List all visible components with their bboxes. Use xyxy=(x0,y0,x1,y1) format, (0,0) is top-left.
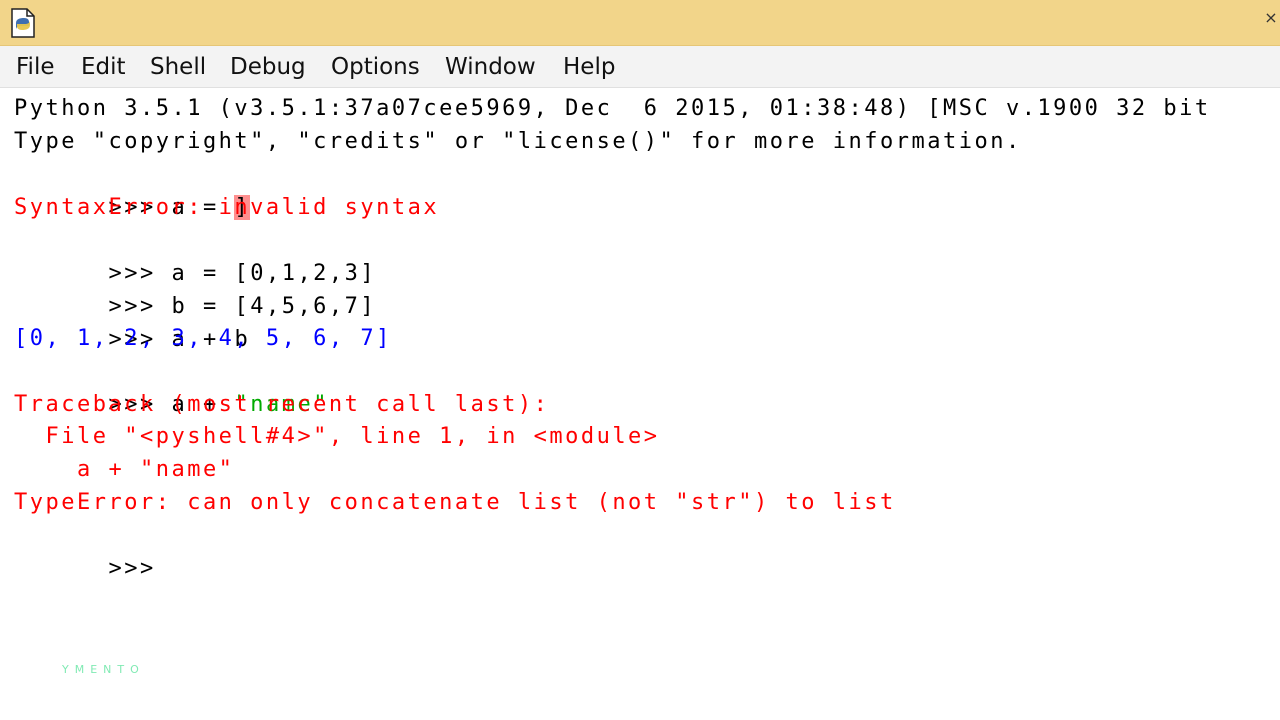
menu-bar: File Edit Shell Debug Options Window Hel… xyxy=(0,46,1280,88)
title-bar: × xyxy=(0,0,1280,46)
traceback-code-line: a + "name" xyxy=(14,457,235,482)
input-line: >>> a = [0,1,2,3] xyxy=(14,224,376,286)
menu-window[interactable]: Window xyxy=(445,52,536,82)
idle-shell-window: × File Edit Shell Debug Options Window H… xyxy=(0,0,1280,720)
traceback-file-line: File "<pyshell#4>", line 1, in <module> xyxy=(14,424,660,449)
menu-debug[interactable]: Debug xyxy=(230,52,306,82)
current-prompt-line[interactable]: >>> xyxy=(14,519,156,581)
prompt: >>> xyxy=(108,556,156,581)
banner-info-line: Type "copyright", "credits" or "license(… xyxy=(14,129,1022,154)
shell-text-area[interactable]: Python 3.5.1 (v3.5.1:37a07cee5969, Dec 6… xyxy=(0,88,1280,720)
python-idle-file-icon xyxy=(11,8,35,38)
output-line: [0, 1, 2, 3, 4, 5, 6, 7] xyxy=(14,326,392,351)
menu-file[interactable]: File xyxy=(16,52,55,82)
syntax-error-line: SyntaxError: invalid syntax xyxy=(14,195,440,220)
type-error-line: TypeError: can only concatenate list (no… xyxy=(14,490,896,515)
banner-version-line: Python 3.5.1 (v3.5.1:37a07cee5969, Dec 6… xyxy=(14,96,1211,121)
watermark-text: YMENTO xyxy=(62,663,145,676)
traceback-header-line: Traceback (most recent call last): xyxy=(14,392,550,417)
input-line: >>> b = [4,5,6,7] xyxy=(14,257,376,319)
menu-shell[interactable]: Shell xyxy=(150,52,206,82)
input-line: >>> a + "name" xyxy=(14,355,329,417)
menu-edit[interactable]: Edit xyxy=(81,52,126,82)
menu-options[interactable]: Options xyxy=(331,52,420,82)
input-line: >>> a + b xyxy=(14,290,250,352)
menu-help[interactable]: Help xyxy=(563,52,615,82)
close-button[interactable]: × xyxy=(1264,6,1278,30)
input-line: >>> a = ] xyxy=(14,158,251,220)
